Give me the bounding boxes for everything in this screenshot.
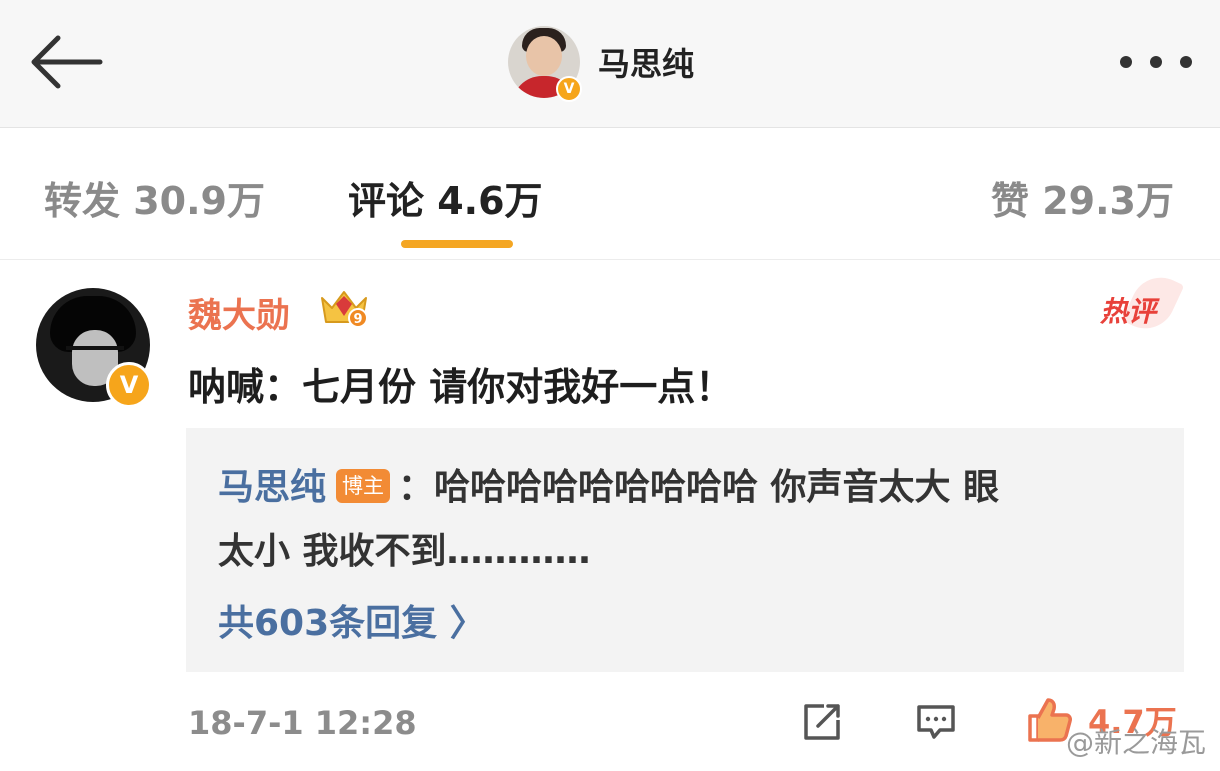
tab-comments[interactable]: 评论 4.6万 [348, 170, 543, 225]
comment-icon[interactable] [916, 702, 956, 742]
reply-text-part1: ：哈哈哈哈哈哈哈哈哈 你声音太大 眼 [398, 467, 1000, 508]
post-stats-tabs: 转发 30.9万 评论 4.6万 赞 29.3万 [0, 128, 1220, 260]
reply-first-line: 马思纯 博主 ：哈哈哈哈哈哈哈哈哈 你声音太大 眼 [218, 458, 999, 510]
tab-likes[interactable]: 赞 29.3万 [991, 170, 1174, 225]
reply-text-part2: 太小 我收不到………… [218, 531, 591, 572]
comment-timestamp: 18-7-1 12:28 [188, 704, 417, 742]
top-bar: 马思纯 V [0, 0, 1220, 128]
verified-icon: V [556, 76, 582, 102]
level-number: 9 [353, 312, 362, 327]
tab-forward[interactable]: 转发 30.9万 [44, 170, 265, 225]
comment-item: V 魏大勋 9 热评 呐喊：七月份 请你对我好一点！ 马思纯 博主 ：哈哈哈哈哈哈哈… [0, 260, 1220, 771]
blogger-badge: 博主 [336, 469, 391, 503]
more-dots-icon[interactable] [1120, 48, 1192, 76]
watermark: @新之海瓦 [1065, 726, 1206, 759]
reply-author[interactable]: 马思纯 [218, 467, 326, 508]
comment-text: 呐喊：七月份 请你对我好一点！ [188, 365, 734, 409]
hot-comment-tag: 热评 [1100, 295, 1157, 328]
back-arrow-icon[interactable] [28, 32, 104, 92]
reply-preview[interactable]: 马思纯 博主 ：哈哈哈哈哈哈哈哈哈 你声音太大 眼 太小 我收不到………… 共603… [186, 428, 1184, 672]
active-tab-indicator [401, 240, 513, 248]
commenter-name[interactable]: 魏大勋 [188, 288, 290, 337]
author-header[interactable]: 马思纯 [508, 24, 694, 100]
verified-icon: V [106, 362, 152, 408]
share-icon[interactable] [802, 702, 842, 742]
page-title[interactable]: 马思纯 [598, 39, 694, 85]
crown-level-icon: 9 [318, 288, 370, 328]
view-all-replies-link[interactable]: 共603条回复 〉 [218, 594, 486, 646]
